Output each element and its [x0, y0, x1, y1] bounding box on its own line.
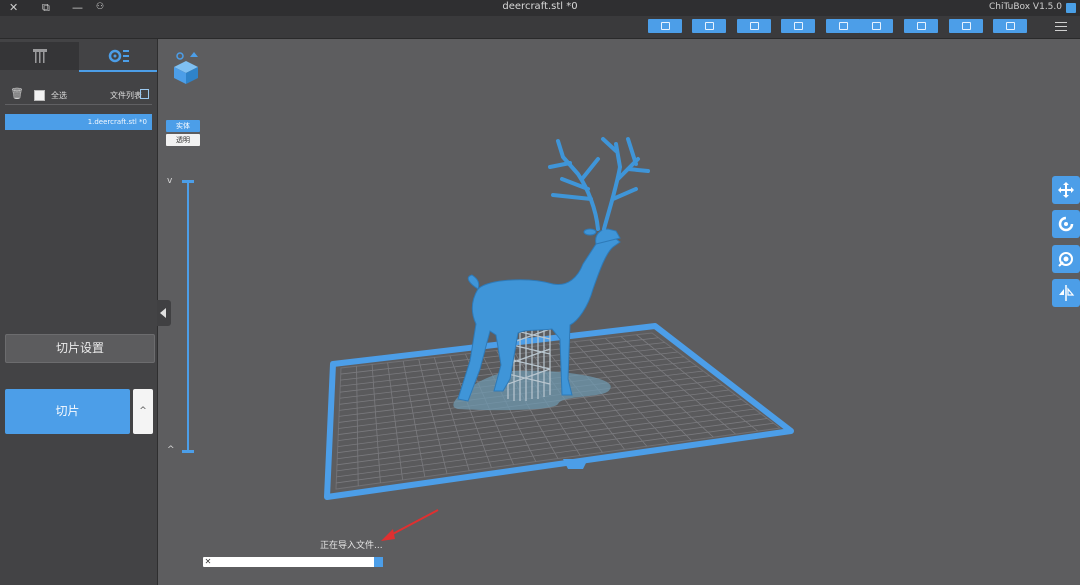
layer-slider-top-handle[interactable] — [182, 180, 194, 183]
tab-objects[interactable] — [79, 42, 157, 72]
file-list-header: 🗑 全选 文件列表 — [0, 87, 157, 103]
mirror-tool-button[interactable] — [1052, 279, 1080, 307]
app-name: ChiTuBox V1.5.0 — [989, 2, 1062, 12]
save-icon — [916, 22, 926, 30]
add-icon — [660, 22, 670, 30]
print-icon — [1005, 22, 1015, 30]
export-icon — [871, 22, 881, 30]
save-button[interactable] — [904, 19, 938, 33]
scale-icon — [1058, 252, 1073, 267]
select-all-label: 全选 — [51, 91, 67, 100]
deer-antlers — [548, 137, 650, 231]
3d-viewport[interactable]: 实体 透明 v ^ 正在导入文件... — [158, 39, 1080, 585]
export-button[interactable] — [859, 19, 893, 33]
slice-options-button[interactable]: ^ — [133, 389, 153, 434]
select-all-checkbox[interactable] — [34, 90, 45, 101]
move-icon — [1058, 182, 1074, 198]
layer-slider-bottom-handle[interactable] — [182, 450, 194, 453]
mirror-icon — [1059, 285, 1075, 301]
import-icon — [838, 22, 848, 30]
supports-icon — [32, 49, 47, 63]
layer-slider[interactable] — [187, 181, 189, 453]
scale-tool-button[interactable] — [1052, 245, 1080, 273]
tab-supports[interactable] — [0, 42, 79, 70]
window-title: deercraft.stl *0 — [502, 1, 578, 12]
left-panel: 🗑 全选 文件列表 1.deercraft.stl *0 切片设置 切片 ^ — [0, 39, 158, 585]
home-icon — [704, 22, 714, 30]
print-button[interactable] — [993, 19, 1027, 33]
open-icon — [961, 22, 971, 30]
app-icon — [1066, 3, 1076, 13]
rotate-icon — [1058, 216, 1074, 232]
hierarchy-icon — [749, 22, 759, 30]
file-item-label: 1.deercraft.stl *0 — [87, 118, 147, 126]
slice-button[interactable]: 切片 — [5, 389, 130, 434]
divider — [5, 104, 152, 105]
objects-icon — [108, 49, 129, 63]
red-arrow-annotation — [381, 509, 439, 541]
add-button[interactable] — [648, 19, 682, 33]
build-plate — [324, 323, 794, 500]
layer-up-arrow[interactable]: ^ — [167, 445, 175, 455]
open-button[interactable] — [949, 19, 983, 33]
view-mode-solid[interactable]: 实体 — [166, 120, 200, 132]
cancel-import-icon[interactable]: ✕ — [203, 557, 213, 567]
layer-down-arrow[interactable]: v — [167, 176, 172, 186]
copy-button[interactable] — [781, 19, 815, 33]
progress-label: 正在导入文件... — [320, 541, 383, 551]
slice-settings-button[interactable]: 切片设置 — [5, 334, 155, 363]
copy-icon — [793, 22, 803, 30]
file-list-label: 文件列表 — [110, 91, 142, 100]
scene — [324, 137, 794, 500]
progress-fill — [374, 557, 383, 567]
hierarchy-button[interactable] — [737, 19, 771, 33]
rotate-tool-button[interactable] — [1052, 210, 1080, 238]
home-button[interactable] — [692, 19, 726, 33]
file-icon — [140, 89, 149, 99]
menu-icon[interactable] — [1055, 19, 1067, 32]
toolbar — [0, 16, 1080, 39]
view-mode-transparent[interactable]: 透明 — [166, 134, 200, 146]
view-cube-icon[interactable] — [172, 51, 200, 85]
file-list-item[interactable]: 1.deercraft.stl *0 — [5, 114, 152, 130]
move-tool-button[interactable] — [1052, 176, 1080, 204]
import-progress-bar — [203, 557, 383, 567]
title-bar: ✕ ⧉ — ⚇ deercraft.stl *0 ChiTuBox V1.5.0 — [0, 0, 1080, 17]
import-button[interactable] — [826, 19, 860, 33]
trash-icon[interactable]: 🗑 — [10, 87, 24, 100]
view-mode-toggle: 实体 透明 — [166, 120, 200, 146]
